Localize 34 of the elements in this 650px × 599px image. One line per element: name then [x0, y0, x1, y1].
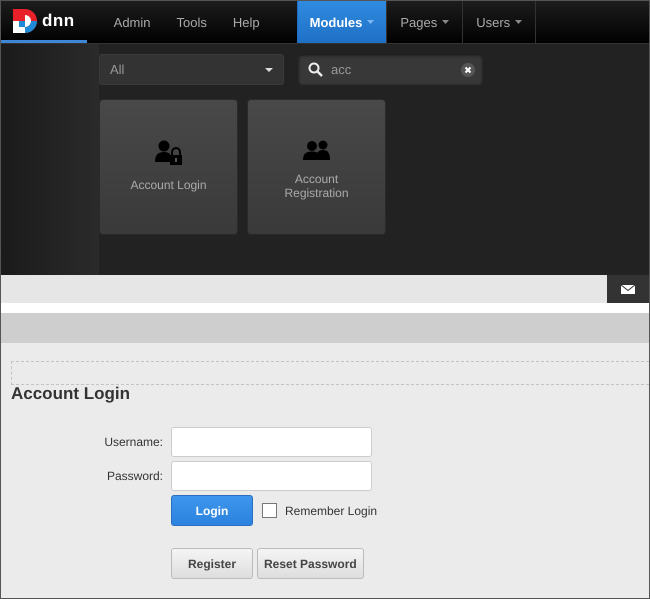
messages-button[interactable]: [607, 275, 649, 303]
checkbox[interactable]: [262, 503, 277, 518]
clear-icon[interactable]: [461, 62, 475, 76]
field-label: Password:: [106, 469, 163, 483]
section-heading: Account Login: [11, 384, 131, 404]
menu-tab[interactable]: Pages: [386, 1, 462, 43]
category-dropdown[interactable]: All: [99, 54, 284, 85]
menu-item[interactable]: Admin: [100, 1, 164, 43]
envelope-icon: [620, 284, 636, 294]
module-tile[interactable]: Account Registration: [247, 99, 386, 235]
search-field[interactable]: acc: [298, 54, 483, 85]
user-lock-icon: [154, 140, 182, 166]
module-tile[interactable]: Account Login: [99, 99, 238, 235]
login-button[interactable]: Login: [171, 495, 253, 526]
menu-item[interactable]: Tools: [164, 1, 220, 43]
caret-icon: [515, 20, 522, 24]
module-label: Account Login: [130, 178, 207, 192]
action-button[interactable]: Register: [171, 548, 253, 579]
caret-icon: [367, 20, 374, 24]
input-field[interactable]: [171, 427, 372, 457]
caret-icon: [442, 20, 450, 24]
menu-tab[interactable]: Modules: [296, 1, 386, 43]
module-label: Account Registration: [283, 172, 350, 200]
menu-item[interactable]: Help: [220, 1, 273, 43]
action-button[interactable]: Reset Password: [257, 548, 364, 579]
input-field[interactable]: [171, 461, 372, 491]
users-icon: [302, 140, 330, 160]
checkbox-label[interactable]: Remember Login: [285, 504, 378, 518]
logo-text: dnn: [42, 10, 75, 30]
menu-tab[interactable]: Users: [462, 1, 536, 43]
field-label: Username:: [103, 435, 163, 449]
search-icon: [308, 62, 323, 77]
caret-icon: [265, 68, 273, 72]
logo-icon[interactable]: [13, 8, 37, 32]
